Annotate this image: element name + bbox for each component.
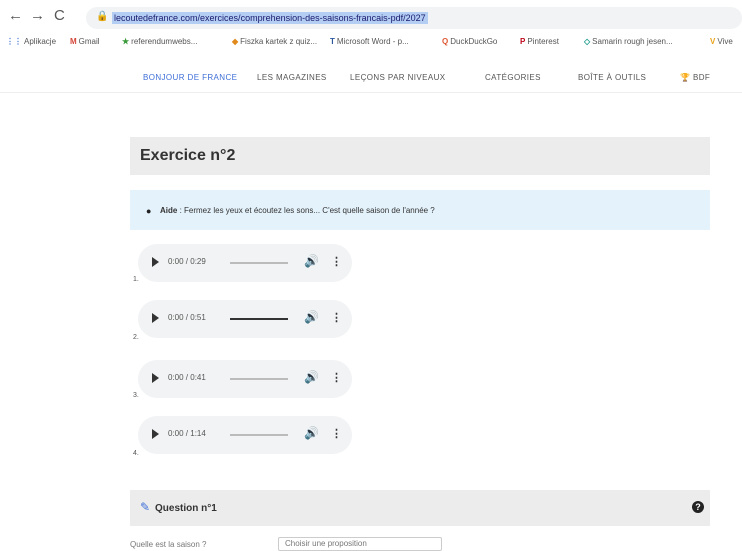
- help-label: Aide: [160, 206, 178, 215]
- gmail-icon: M: [70, 37, 77, 46]
- bookmark-referendum[interactable]: ★ referendumwebs...: [122, 37, 197, 46]
- nav-categories[interactable]: CATÉGORIES: [485, 73, 541, 82]
- volume-icon[interactable]: 🔊: [304, 426, 319, 440]
- help-circle-icon[interactable]: ?: [692, 501, 704, 513]
- bookmark-samarin[interactable]: ◇ Samarin rough jesen...: [584, 37, 673, 46]
- apps-icon: ⋮⋮: [6, 37, 22, 46]
- nav-bonjour-de-france[interactable]: BONJOUR DE FRANCE: [143, 73, 237, 82]
- question-prompt: Quelle est la saison ?: [130, 540, 207, 549]
- audio-time: 0:00 / 1:14: [168, 429, 206, 438]
- play-icon[interactable]: [152, 429, 159, 439]
- play-icon[interactable]: [152, 373, 159, 383]
- audio-progress-track[interactable]: [230, 378, 288, 380]
- more-options-icon[interactable]: ⋮: [331, 255, 342, 268]
- bookmark-fiszka[interactable]: ◆ Fiszka kartek z quiz...: [232, 37, 317, 46]
- star-icon: ★: [122, 37, 130, 46]
- player-number: 3.: [133, 392, 139, 399]
- player-number: 1.: [133, 276, 139, 283]
- audio-player[interactable]: 0:00 / 0:29 🔊 ⋮: [138, 244, 352, 282]
- player-number: 4.: [133, 450, 139, 457]
- audio-progress-track[interactable]: [230, 434, 288, 436]
- audio-player[interactable]: 0:00 / 0:51 🔊 ⋮: [138, 300, 352, 338]
- more-options-icon[interactable]: ⋮: [331, 427, 342, 440]
- diamond-icon: ◆: [232, 37, 239, 46]
- duckduckgo-icon: Q: [442, 37, 449, 46]
- lock-icon: 🔒: [96, 11, 109, 22]
- bookmark-word[interactable]: T Microsoft Word - p...: [330, 37, 409, 46]
- audio-time: 0:00 / 0:29: [168, 257, 206, 266]
- bookmark-duckduckgo[interactable]: Q DuckDuckGo: [442, 37, 497, 46]
- nav-boite-a-outils[interactable]: BOÎTE À OUTILS: [578, 73, 646, 82]
- reload-icon[interactable]: C: [54, 6, 65, 26]
- browser-toolbar: ← → C 🔒 lecoutedefrance.com/exercices/co…: [0, 0, 742, 32]
- audio-time: 0:00 / 0:51: [168, 313, 206, 322]
- back-icon[interactable]: ←: [8, 6, 23, 26]
- audio-progress-track[interactable]: [230, 262, 288, 264]
- more-options-icon[interactable]: ⋮: [331, 311, 342, 324]
- exercise-title: Exercice n°2: [140, 147, 236, 164]
- more-options-icon[interactable]: ⋮: [331, 371, 342, 384]
- audio-progress-track[interactable]: [230, 318, 288, 320]
- help-text: Aide : Fermez les yeux et écoutez les so…: [160, 206, 435, 215]
- info-icon: ●: [146, 206, 152, 216]
- bookmark-apps[interactable]: ⋮⋮ Aplikacje: [6, 37, 56, 46]
- nav-les-magazines[interactable]: LES MAGAZINES: [257, 73, 327, 82]
- audio-time: 0:00 / 0:41: [168, 373, 206, 382]
- nav-lecons-par-niveaux[interactable]: LEÇONS PAR NIVEAUX: [350, 73, 446, 82]
- bookmark-pinterest[interactable]: P Pinterest: [520, 37, 559, 46]
- bookmark-icon: ◇: [584, 37, 591, 46]
- bookmark-gmail[interactable]: M Gmail: [70, 37, 100, 46]
- player-number: 2.: [133, 334, 139, 341]
- volume-icon[interactable]: 🔊: [304, 254, 319, 268]
- word-icon: T: [330, 37, 335, 46]
- forward-icon[interactable]: →: [30, 6, 45, 26]
- volume-icon[interactable]: 🔊: [304, 310, 319, 324]
- volume-icon[interactable]: 🔊: [304, 370, 319, 384]
- url-text[interactable]: lecoutedefrance.com/exercices/comprehens…: [112, 12, 428, 24]
- bookmark-vive[interactable]: V Vive: [710, 37, 733, 46]
- trophy-icon: 🏆: [680, 73, 691, 82]
- play-icon[interactable]: [152, 313, 159, 323]
- v-icon: V: [710, 37, 716, 46]
- question-header: [130, 490, 710, 526]
- question-title: Question n°1: [155, 503, 217, 514]
- play-icon[interactable]: [152, 257, 159, 267]
- audio-player[interactable]: 0:00 / 1:14 🔊 ⋮: [138, 416, 352, 454]
- audio-player[interactable]: 0:00 / 0:41 🔊 ⋮: [138, 360, 352, 398]
- nav-bdf[interactable]: 🏆 BDF: [680, 73, 710, 82]
- edit-icon: ✎: [140, 500, 151, 514]
- pinterest-icon: P: [520, 37, 526, 46]
